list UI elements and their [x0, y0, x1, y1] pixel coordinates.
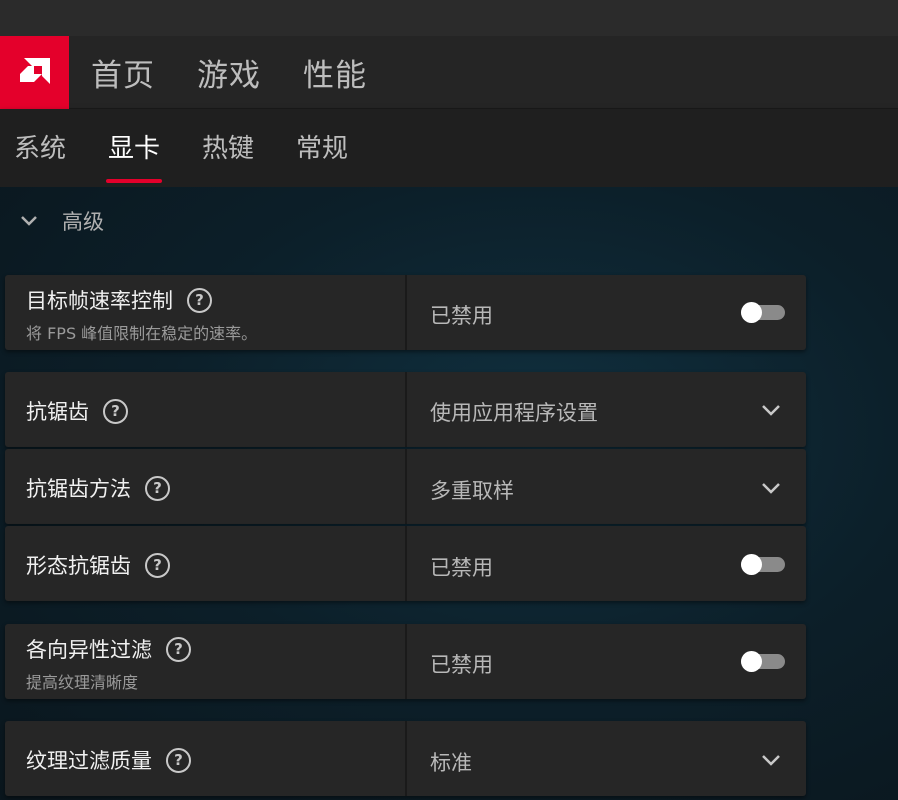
setting-row-morphological-anti-aliasing: 形态抗锯齿 ? 已禁用: [5, 526, 806, 601]
main-nav: 首页 游戏 性能: [91, 36, 409, 109]
sub-nav: 系统 显卡 热键 常规: [14, 109, 390, 187]
help-icon[interactable]: ?: [145, 475, 170, 501]
setting-row-anisotropic-filtering: 各向异性过滤 ? 提高纹理清晰度 已禁用: [5, 624, 806, 699]
row-divider: [405, 275, 407, 350]
tab-hotkeys[interactable]: 热键: [202, 109, 254, 187]
setting-title-wrap: 抗锯齿方法 ?: [26, 473, 170, 503]
toggle-knob: [741, 302, 762, 323]
setting-title: 纹理过滤质量: [26, 749, 152, 773]
chevron-down-icon[interactable]: [761, 402, 781, 421]
setting-title-wrap: 纹理过滤质量 ?: [26, 745, 191, 775]
nav-gaming[interactable]: 游戏: [197, 50, 261, 95]
nav-home[interactable]: 首页: [91, 50, 155, 95]
frame-rate-target-toggle[interactable]: [741, 302, 785, 323]
row-divider: [405, 721, 407, 796]
anisotropic-filtering-toggle[interactable]: [741, 651, 785, 672]
help-icon[interactable]: ?: [187, 287, 212, 313]
setting-value[interactable]: 多重取样: [430, 475, 514, 505]
tab-system[interactable]: 系统: [14, 109, 66, 187]
row-divider: [405, 449, 407, 524]
active-tab-indicator: [106, 179, 163, 183]
tab-general-label: 常规: [296, 134, 349, 164]
setting-description: 提高纹理清晰度: [26, 673, 139, 692]
setting-title-wrap: 各向异性过滤 ?: [26, 634, 191, 664]
setting-title-wrap: 目标帧速率控制 ?: [26, 285, 212, 315]
tab-graphics[interactable]: 显卡: [106, 109, 163, 187]
top-nav-bar: 首页 游戏 性能: [0, 36, 898, 109]
setting-value: 已禁用: [430, 556, 493, 580]
tab-general[interactable]: 常规: [296, 109, 348, 187]
help-icon[interactable]: ?: [166, 747, 191, 773]
toggle-knob: [741, 554, 762, 575]
section-label: 高级: [62, 210, 104, 234]
setting-value[interactable]: 使用应用程序设置: [430, 397, 598, 427]
row-divider: [405, 372, 407, 447]
setting-title: 各向异性过滤: [26, 638, 152, 662]
setting-row-anti-aliasing: 抗锯齿 ? 使用应用程序设置: [5, 372, 806, 447]
setting-title-wrap: 形态抗锯齿 ?: [26, 550, 170, 580]
sub-nav-bar: 系统 显卡 热键 常规: [0, 109, 898, 187]
tab-graphics-label: 显卡: [108, 134, 161, 164]
help-icon[interactable]: ?: [166, 636, 191, 662]
chevron-down-icon[interactable]: [761, 480, 781, 499]
chevron-down-icon[interactable]: [761, 752, 781, 771]
morphological-aa-toggle[interactable]: [741, 554, 785, 575]
chevron-down-icon: [20, 212, 38, 231]
setting-value: 已禁用: [430, 304, 493, 328]
help-icon[interactable]: ?: [103, 398, 128, 424]
setting-title: 目标帧速率控制: [26, 289, 173, 313]
toggle-knob: [741, 651, 762, 672]
amd-logo-icon[interactable]: [0, 36, 69, 109]
tab-hotkeys-label: 热键: [202, 134, 255, 164]
setting-title: 形态抗锯齿: [26, 554, 131, 578]
setting-description: 将 FPS 峰值限制在稳定的速率。: [26, 324, 258, 343]
advanced-section-toggle[interactable]: 高级: [20, 203, 104, 239]
setting-title: 抗锯齿: [26, 400, 89, 424]
setting-value: 已禁用: [430, 653, 493, 677]
row-divider: [405, 526, 407, 601]
setting-title-wrap: 抗锯齿 ?: [26, 396, 128, 426]
setting-row-frame-rate-target-control: 目标帧速率控制 ? 将 FPS 峰值限制在稳定的速率。 已禁用: [5, 275, 806, 350]
setting-value[interactable]: 标准: [430, 747, 472, 777]
help-icon[interactable]: ?: [145, 552, 170, 578]
row-divider: [405, 624, 407, 699]
setting-row-anti-aliasing-method: 抗锯齿方法 ? 多重取样: [5, 449, 806, 524]
setting-title: 抗锯齿方法: [26, 477, 131, 501]
tab-system-label: 系统: [14, 134, 67, 164]
window-titlebar: [0, 0, 898, 36]
nav-performance[interactable]: 性能: [303, 50, 367, 95]
setting-row-texture-filtering-quality: 纹理过滤质量 ? 标准: [5, 721, 806, 796]
